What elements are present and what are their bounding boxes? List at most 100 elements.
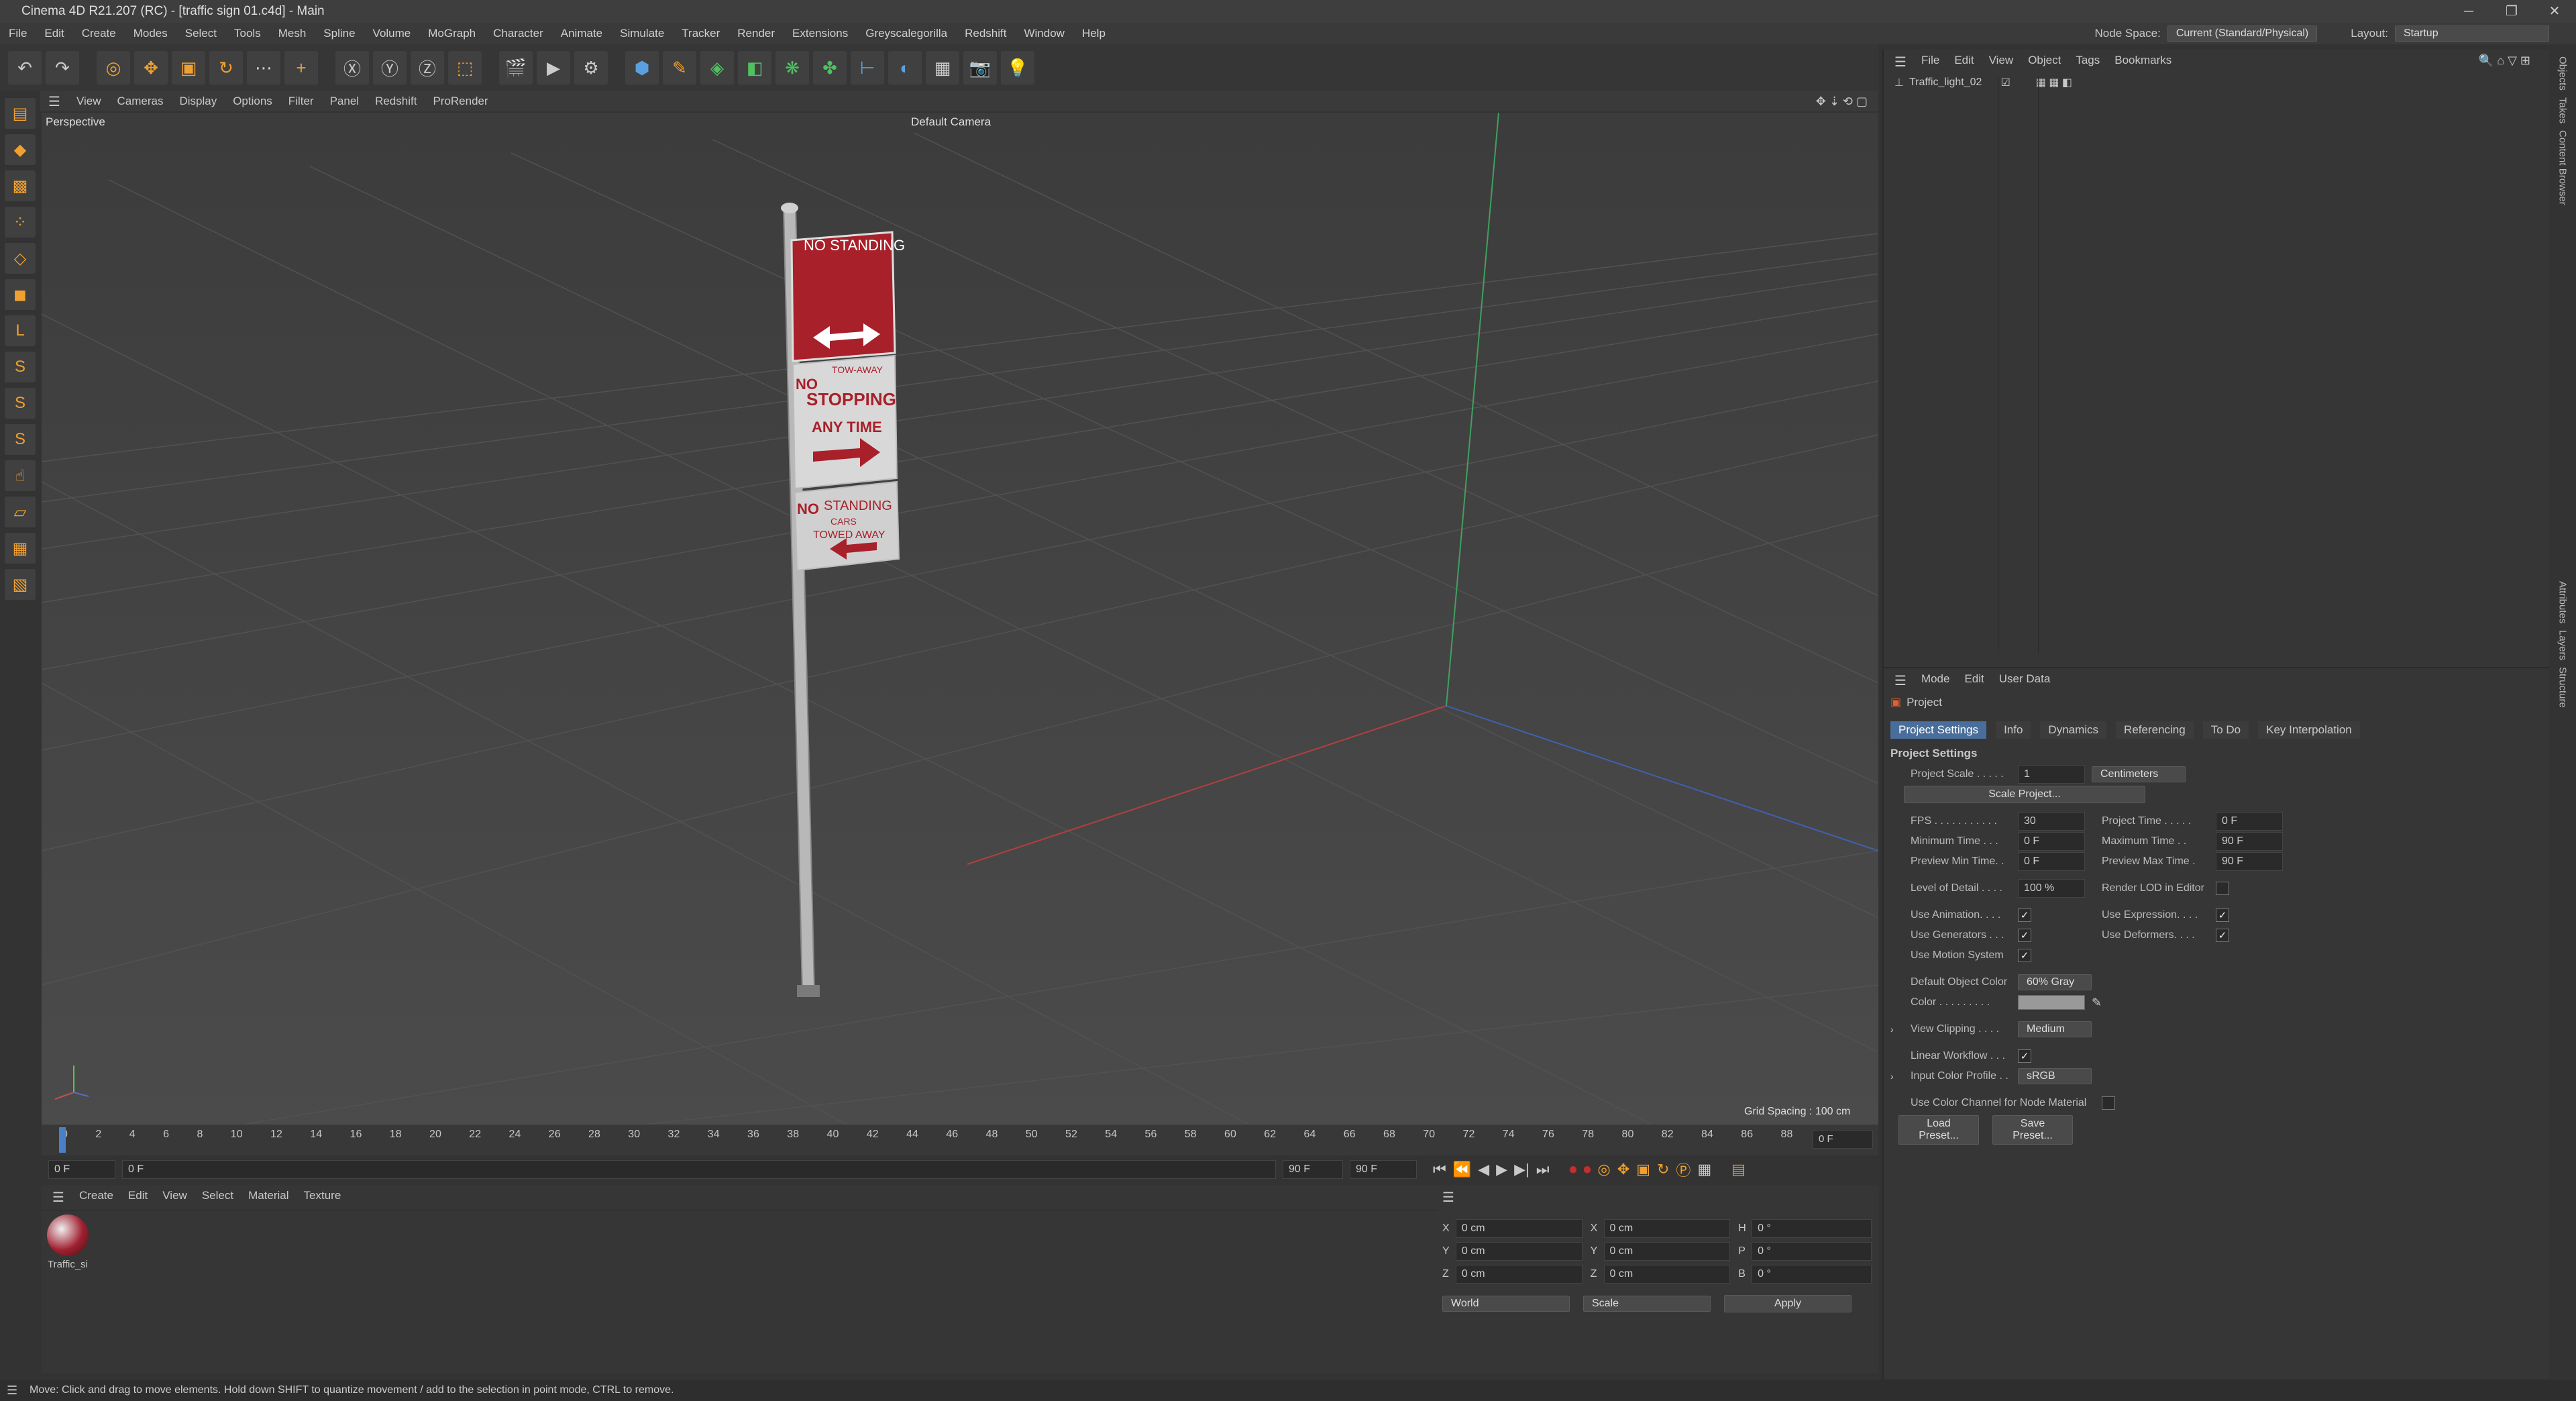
tab-dynamics[interactable]: Dynamics	[2040, 721, 2107, 739]
axis-mode-icon[interactable]: L	[5, 315, 36, 346]
max-time-field[interactable]: 90 F	[2216, 832, 2283, 851]
pos-z-field[interactable]: 0 cm	[1455, 1265, 1582, 1284]
menu-help[interactable]: Help	[1073, 27, 1114, 40]
save-preset-button[interactable]: Save Preset...	[1992, 1115, 2073, 1145]
viewport-hamburger-icon[interactable]: ☰	[40, 93, 68, 110]
light-icon[interactable]: 💡	[1001, 51, 1034, 85]
key-position-icon[interactable]: ✥	[1617, 1161, 1629, 1178]
material-menu-select[interactable]: Select	[197, 1189, 239, 1206]
status-hamburger-icon[interactable]: ☰	[7, 1384, 17, 1398]
object-search-icon[interactable]: 🔍 ⌂ ▽ ⊞	[2473, 54, 2536, 68]
rot-h-field[interactable]: 0 °	[1752, 1219, 1872, 1238]
input-profile-dropdown[interactable]: sRGB	[2018, 1068, 2092, 1084]
use-animation-checkbox[interactable]: ✓	[2018, 909, 2031, 922]
texture-mode-icon[interactable]: ▩	[5, 170, 36, 201]
viewport-menu-display[interactable]: Display	[171, 95, 225, 108]
cube-icon[interactable]: ⬢	[625, 51, 659, 85]
object-menu-bookmarks[interactable]: Bookmarks	[2109, 54, 2177, 70]
min-time-field[interactable]: 0 F	[2018, 832, 2085, 851]
go-to-end-icon[interactable]: ⏭	[1536, 1161, 1550, 1178]
grid-icon[interactable]: ▦	[5, 533, 36, 564]
menu-select[interactable]: Select	[176, 27, 225, 40]
menu-render[interactable]: Render	[729, 27, 784, 40]
snap-settings-icon[interactable]: S	[5, 388, 36, 419]
rot-b-field[interactable]: 0 °	[1752, 1265, 1872, 1284]
viewport-menu-cameras[interactable]: Cameras	[109, 95, 171, 108]
material-item[interactable]: Traffic_si	[44, 1214, 91, 1270]
maximize-button[interactable]: ❐	[2490, 0, 2533, 23]
linear-workflow-checkbox[interactable]: ✓	[2018, 1049, 2031, 1063]
field-icon[interactable]: ◐	[888, 51, 922, 85]
current-frame-field[interactable]: 0 F	[1813, 1130, 1873, 1149]
workplane-snap-icon[interactable]: S	[5, 424, 36, 455]
material-hamburger-icon[interactable]: ☰	[47, 1189, 70, 1206]
viewport-menu-view[interactable]: View	[68, 95, 109, 108]
viewport-menu-panel[interactable]: Panel	[322, 95, 367, 108]
menu-redshift[interactable]: Redshift	[956, 27, 1015, 40]
snap-icon[interactable]: S	[5, 352, 36, 382]
object-menu-tags[interactable]: Tags	[2070, 54, 2105, 70]
add-icon[interactable]: +	[284, 51, 318, 85]
render-region-icon[interactable]: 🎬	[499, 51, 533, 85]
menu-tools[interactable]: Tools	[225, 27, 270, 40]
go-to-start-icon[interactable]: ⏮	[1433, 1161, 1446, 1178]
load-preset-button[interactable]: Load Preset...	[1898, 1115, 1979, 1145]
object-menu-file[interactable]: File	[1916, 54, 1945, 70]
key-param-icon[interactable]: Ⓟ	[1676, 1159, 1690, 1180]
scale-project-button[interactable]: Scale Project...	[1904, 786, 2145, 803]
camera-icon[interactable]: 📷	[963, 51, 997, 85]
material-menu-create[interactable]: Create	[74, 1189, 119, 1206]
preview-max-field[interactable]: 90 F	[2216, 852, 2283, 871]
y-axis-lock-icon[interactable]: Ⓨ	[373, 51, 407, 85]
use-generators-checkbox[interactable]: ✓	[2018, 929, 2031, 942]
size-z-field[interactable]: 0 cm	[1603, 1265, 1731, 1284]
timeline-ruler[interactable]: 0246810121416182022242628303234363840424…	[42, 1125, 1878, 1155]
menu-modes[interactable]: Modes	[125, 27, 176, 40]
viewport-menu-filter[interactable]: Filter	[280, 95, 322, 108]
bend-deformer-icon[interactable]: ⊢	[851, 51, 884, 85]
play-icon[interactable]: ▶	[1496, 1161, 1507, 1178]
tab-todo[interactable]: To Do	[2202, 721, 2249, 739]
tab-objects[interactable]: Objects	[2557, 56, 2569, 91]
floor-icon[interactable]: ▦	[926, 51, 959, 85]
menu-simulate[interactable]: Simulate	[611, 27, 673, 40]
edges-mode-icon[interactable]: ◇	[5, 243, 36, 274]
playhead[interactable]	[59, 1127, 66, 1153]
render-view-icon[interactable]: ▶	[537, 51, 570, 85]
viewport-camera-label[interactable]: Default Camera	[911, 115, 991, 129]
coord-hamburger-icon[interactable]: ☰	[1437, 1185, 1878, 1210]
tab-layers[interactable]: Layers	[2557, 630, 2569, 660]
prev-key-icon[interactable]: ⏪	[1453, 1161, 1471, 1178]
expand-arrow-icon[interactable]: ›	[1890, 1024, 1911, 1035]
key-rotation-icon[interactable]: ↻	[1657, 1161, 1669, 1178]
prev-frame-icon[interactable]: ◀	[1478, 1161, 1489, 1178]
start-frame-field[interactable]: 0 F	[48, 1160, 115, 1179]
color-channel-checkbox[interactable]	[2102, 1096, 2115, 1110]
viewport-menu-redshift[interactable]: Redshift	[367, 95, 425, 108]
model-mode-icon[interactable]: ◆	[5, 134, 36, 165]
record-icon[interactable]: ⏺	[1570, 1161, 1577, 1178]
material-tag-icon[interactable]: ▦ ▦ ◧	[2036, 76, 2072, 89]
recent-tools-icon[interactable]: ⋯	[247, 51, 280, 85]
scale-unit-dropdown[interactable]: Centimeters	[2092, 766, 2186, 782]
eyedropper-icon[interactable]: ✎	[2092, 996, 2102, 1010]
3d-viewport[interactable]: NO STANDING TOW-AWAY NO STOPPING ANY TIM…	[42, 113, 1878, 1125]
scale-icon[interactable]: ▣	[172, 51, 205, 85]
material-menu-edit[interactable]: Edit	[123, 1189, 153, 1206]
menu-volume[interactable]: Volume	[364, 27, 420, 40]
use-expression-checkbox[interactable]: ✓	[2216, 909, 2229, 922]
pos-x-field[interactable]: 0 cm	[1455, 1219, 1582, 1238]
max-frame-field[interactable]: 90 F	[1350, 1160, 1417, 1179]
attribute-menu-edit[interactable]: Edit	[1959, 672, 1989, 689]
cloner-icon[interactable]: ❋	[775, 51, 809, 85]
coordinate-system-icon[interactable]: ⬚	[448, 51, 482, 85]
coord-scale-dropdown[interactable]: Scale	[1583, 1296, 1711, 1312]
tab-content-browser[interactable]: Content Browser	[2557, 130, 2569, 205]
rot-p-field[interactable]: 0 °	[1752, 1242, 1872, 1261]
viewport-menu-options[interactable]: Options	[225, 95, 280, 108]
object-menu-edit[interactable]: Edit	[1949, 54, 1979, 70]
menu-file[interactable]: File	[0, 27, 36, 40]
preview-min-field[interactable]: 0 F	[2018, 852, 2085, 871]
workplane-icon[interactable]: ▱	[5, 497, 36, 527]
fps-field[interactable]: 30	[2018, 812, 2085, 831]
